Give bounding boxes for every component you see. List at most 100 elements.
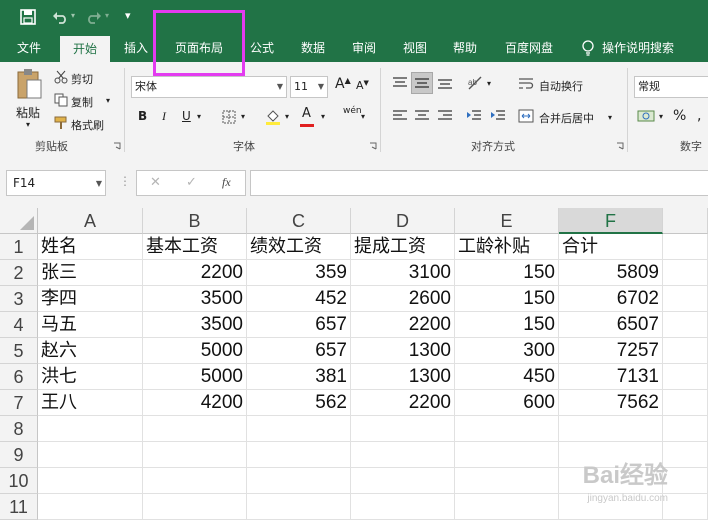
comma-style-button[interactable]: , bbox=[697, 108, 701, 124]
format-painter-button[interactable]: 格式刷 bbox=[71, 117, 104, 133]
font-name-select[interactable]: 宋体 ▼ bbox=[131, 76, 287, 98]
cell-a11[interactable] bbox=[38, 494, 143, 520]
cell-e9[interactable] bbox=[455, 442, 559, 468]
row-header-10[interactable]: 10 bbox=[0, 468, 38, 494]
paste-button[interactable]: 粘贴 bbox=[16, 104, 40, 121]
tab-insert[interactable]: 插入 bbox=[114, 34, 158, 62]
cell-g6[interactable] bbox=[663, 364, 708, 390]
row-header-1[interactable]: 1 bbox=[0, 234, 38, 260]
row-header-11[interactable]: 11 bbox=[0, 494, 38, 520]
save-icon[interactable] bbox=[20, 9, 36, 25]
insert-function-button[interactable]: fx bbox=[222, 175, 231, 190]
cell-b9[interactable] bbox=[143, 442, 247, 468]
cell-a10[interactable] bbox=[38, 468, 143, 494]
align-top-icon[interactable] bbox=[392, 76, 408, 90]
cell-e8[interactable] bbox=[455, 416, 559, 442]
cell-f7[interactable]: 7562 bbox=[559, 390, 663, 416]
cell-g3[interactable] bbox=[663, 286, 708, 312]
cell-c8[interactable] bbox=[247, 416, 351, 442]
increase-indent-icon[interactable] bbox=[490, 109, 506, 123]
name-box[interactable]: F14 ▼ bbox=[6, 170, 106, 196]
cell-c10[interactable] bbox=[247, 468, 351, 494]
cell-d9[interactable] bbox=[351, 442, 455, 468]
phonetic-dropdown[interactable]: ▾ bbox=[361, 112, 365, 121]
tab-help[interactable]: 帮助 bbox=[444, 34, 486, 62]
row-header-7[interactable]: 7 bbox=[0, 390, 38, 416]
tab-home[interactable]: 开始 bbox=[60, 36, 110, 62]
cell-d3[interactable]: 2600 bbox=[351, 286, 455, 312]
underline-button[interactable]: U bbox=[182, 109, 191, 123]
cell-d4[interactable]: 2200 bbox=[351, 312, 455, 338]
increase-font-size-button[interactable]: A▲ bbox=[335, 76, 351, 92]
merge-dropdown[interactable]: ▾ bbox=[608, 113, 612, 122]
redo-dropdown[interactable]: ▾ bbox=[105, 11, 109, 20]
cell-g11[interactable] bbox=[663, 494, 708, 520]
tell-me-search[interactable]: 操作说明搜索 bbox=[602, 34, 688, 62]
cell-a1[interactable]: 姓名 bbox=[38, 234, 143, 260]
cell-b11[interactable] bbox=[143, 494, 247, 520]
cell-c4[interactable]: 657 bbox=[247, 312, 351, 338]
row-header-5[interactable]: 5 bbox=[0, 338, 38, 364]
merge-center-button[interactable]: 合并后居中 bbox=[539, 110, 594, 126]
paste-dropdown[interactable]: ▾ bbox=[26, 120, 30, 129]
undo-icon[interactable] bbox=[52, 10, 68, 24]
row-header-3[interactable]: 3 bbox=[0, 286, 38, 312]
bold-button[interactable]: B bbox=[138, 109, 147, 123]
cell-a9[interactable] bbox=[38, 442, 143, 468]
cell-f8[interactable] bbox=[559, 416, 663, 442]
undo-dropdown[interactable]: ▾ bbox=[71, 11, 75, 20]
cell-a2[interactable]: 张三 bbox=[38, 260, 143, 286]
wrap-text-button[interactable]: 自动换行 bbox=[539, 78, 583, 94]
decrease-font-size-button[interactable]: A▼ bbox=[356, 79, 369, 92]
cell-c1[interactable]: 绩效工资 bbox=[247, 234, 351, 260]
cell-e1[interactable]: 工龄补贴 bbox=[455, 234, 559, 260]
underline-dropdown[interactable]: ▾ bbox=[197, 112, 201, 121]
cell-b1[interactable]: 基本工资 bbox=[143, 234, 247, 260]
cell-g7[interactable] bbox=[663, 390, 708, 416]
cell-b6[interactable]: 5000 bbox=[143, 364, 247, 390]
row-header-6[interactable]: 6 bbox=[0, 364, 38, 390]
cell-f5[interactable]: 7257 bbox=[559, 338, 663, 364]
cell-g2[interactable] bbox=[663, 260, 708, 286]
row-header-8[interactable]: 8 bbox=[0, 416, 38, 442]
percent-style-button[interactable]: % bbox=[673, 108, 686, 124]
cell-a6[interactable]: 洪七 bbox=[38, 364, 143, 390]
column-header-c[interactable]: C bbox=[247, 208, 351, 234]
cell-e6[interactable]: 450 bbox=[455, 364, 559, 390]
italic-button[interactable]: I bbox=[162, 109, 166, 124]
cell-b3[interactable]: 3500 bbox=[143, 286, 247, 312]
cell-g10[interactable] bbox=[663, 468, 708, 494]
align-middle-button[interactable] bbox=[411, 72, 433, 94]
cell-e4[interactable]: 150 bbox=[455, 312, 559, 338]
column-header-f[interactable]: F bbox=[559, 208, 663, 234]
align-center-icon[interactable] bbox=[414, 109, 430, 123]
orientation-dropdown[interactable]: ▾ bbox=[487, 79, 491, 88]
cell-f2[interactable]: 5809 bbox=[559, 260, 663, 286]
alignment-launcher-icon[interactable] bbox=[616, 142, 624, 150]
cell-b8[interactable] bbox=[143, 416, 247, 442]
fill-color-dropdown[interactable]: ▾ bbox=[285, 112, 289, 121]
clipboard-launcher-icon[interactable] bbox=[113, 142, 121, 150]
copy-dropdown[interactable]: ▾ bbox=[106, 96, 110, 105]
cell-d2[interactable]: 3100 bbox=[351, 260, 455, 286]
cell-f3[interactable]: 6702 bbox=[559, 286, 663, 312]
customize-qat-button[interactable]: ▾ bbox=[125, 9, 131, 22]
cell-a7[interactable]: 王八 bbox=[38, 390, 143, 416]
tab-view[interactable]: 视图 bbox=[394, 34, 436, 62]
cell-b2[interactable]: 2200 bbox=[143, 260, 247, 286]
cell-c3[interactable]: 452 bbox=[247, 286, 351, 312]
number-format-select[interactable]: 常规 bbox=[634, 76, 708, 98]
font-color-button[interactable]: A bbox=[300, 106, 314, 127]
cell-a3[interactable]: 李四 bbox=[38, 286, 143, 312]
cell-b4[interactable]: 3500 bbox=[143, 312, 247, 338]
cell-b10[interactable] bbox=[143, 468, 247, 494]
cell-d6[interactable]: 1300 bbox=[351, 364, 455, 390]
tab-baidu-netdisk[interactable]: 百度网盘 bbox=[498, 34, 560, 62]
paste-icon[interactable] bbox=[16, 68, 44, 102]
row-header-2[interactable]: 2 bbox=[0, 260, 38, 286]
cell-e11[interactable] bbox=[455, 494, 559, 520]
accounting-dropdown[interactable]: ▾ bbox=[659, 112, 663, 121]
row-header-4[interactable]: 4 bbox=[0, 312, 38, 338]
accounting-format-icon[interactable] bbox=[637, 109, 655, 123]
cell-e5[interactable]: 300 bbox=[455, 338, 559, 364]
